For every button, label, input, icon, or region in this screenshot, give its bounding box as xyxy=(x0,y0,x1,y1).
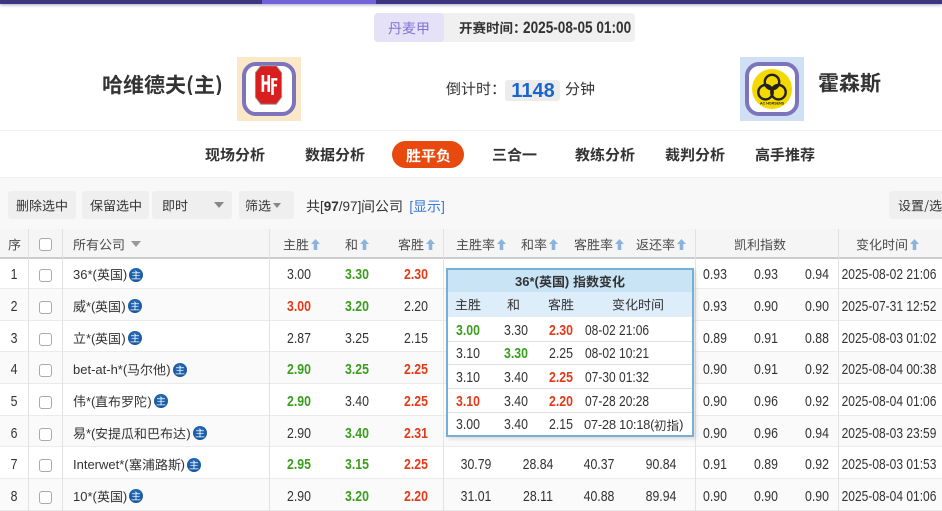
svg-text:AC HORSENS: AC HORSENS xyxy=(760,102,785,106)
